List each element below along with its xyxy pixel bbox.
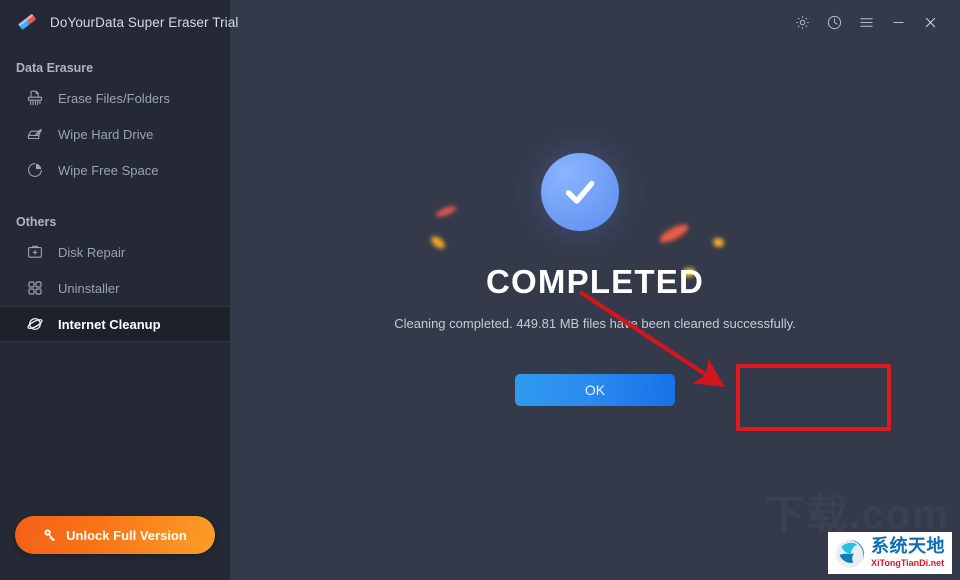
sidebar-item-label: Wipe Hard Drive: [58, 126, 154, 142]
status-message: Cleaning completed. 449.81 MB files have…: [394, 316, 796, 331]
watermark-cn-text: 系统天地: [871, 536, 945, 557]
annotation-highlight-rect: [736, 364, 891, 431]
sidebar: DoYourData Super Eraser Trial Data Erasu…: [0, 0, 238, 580]
key-icon: [43, 528, 57, 542]
check-circle-icon: [541, 153, 619, 231]
confetti-particle: [712, 236, 725, 249]
sidebar-section-data-erasure-label: Data Erasure: [16, 61, 94, 75]
sidebar-item-label: Wipe Free Space: [58, 162, 159, 178]
page-title: COMPLETED: [486, 263, 704, 300]
unlock-full-version-button[interactable]: Unlock Full Version: [15, 516, 215, 554]
sidebar-item-label: Erase Files/Folders: [58, 90, 170, 106]
main-content: COMPLETED Cleaning completed. 449.81 MB …: [230, 0, 960, 580]
confetti-particle: [434, 204, 458, 219]
toolbox-icon: [26, 243, 44, 261]
sidebar-item-label: Internet Cleanup: [58, 316, 161, 332]
planet-icon: [26, 315, 44, 333]
sidebar-item-label: Uninstaller: [58, 280, 120, 296]
sidebar-item-wipe-free-space[interactable]: Wipe Free Space: [0, 152, 230, 188]
app-title: DoYourData Super Eraser Trial: [50, 14, 239, 30]
eraser-icon: [16, 11, 38, 33]
site-watermark-logo: 系统天地 XiTongTianDi.net: [828, 532, 952, 574]
sidebar-item-internet-cleanup[interactable]: Internet Cleanup: [0, 306, 230, 342]
sidebar-section-others-label: Others: [16, 215, 57, 229]
sidebar-item-erase-files-folders[interactable]: Erase Files/Folders: [0, 80, 230, 116]
harddrive-pencil-icon: [26, 125, 44, 143]
unlock-button-label: Unlock Full Version: [66, 527, 187, 543]
globe-logo-icon: [832, 535, 868, 571]
app-brand: DoYourData Super Eraser Trial: [0, 0, 238, 44]
sidebar-item-wipe-hard-drive[interactable]: Wipe Hard Drive: [0, 116, 230, 152]
sidebar-item-disk-repair[interactable]: Disk Repair: [0, 234, 230, 270]
pie-chart-icon: [26, 161, 44, 179]
watermark-en-text: XiTongTianDi.net: [871, 558, 945, 568]
sidebar-item-uninstaller[interactable]: Uninstaller: [0, 270, 230, 306]
confetti-particle: [657, 221, 691, 246]
confetti-particle: [428, 234, 448, 251]
grid-squares-icon: [26, 279, 44, 297]
application-window: DoYourData Super Eraser Trial Data Erasu…: [0, 0, 960, 580]
ok-button[interactable]: OK: [515, 374, 675, 406]
watermark-text-block: 系统天地 XiTongTianDi.net: [871, 538, 945, 568]
sidebar-item-label: Disk Repair: [58, 244, 126, 260]
shredder-icon: [26, 89, 44, 107]
